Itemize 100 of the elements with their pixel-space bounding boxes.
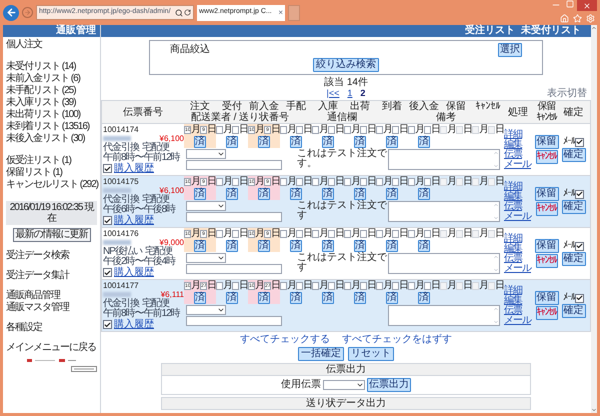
tracking-number-field[interactable] (186, 316, 282, 326)
done-button[interactable]: 済 (290, 136, 302, 148)
refresh-icon[interactable] (184, 9, 191, 16)
done-button[interactable]: 済 (418, 240, 430, 252)
done-button[interactable]: 済 (354, 136, 366, 148)
done-button[interactable]: 済 (322, 292, 334, 304)
action-link[interactable]: メール (504, 212, 531, 222)
tracking-number-field[interactable] (186, 160, 282, 170)
sidebar-item[interactable]: 未出荷リスト (100) (6, 109, 97, 121)
action-link[interactable]: 編集 (504, 192, 522, 202)
confirm-button[interactable]: 確定 (562, 252, 586, 266)
display-toggle-link[interactable]: 表示切替 (546, 88, 591, 99)
sidebar-item[interactable]: 受注データ集計 (6, 270, 97, 282)
date-field[interactable] (216, 126, 223, 134)
select-button[interactable]: 選択 (498, 43, 522, 57)
forward-button[interactable] (22, 7, 33, 18)
done-button[interactable]: 済 (386, 188, 398, 200)
date-field[interactable] (328, 282, 335, 290)
done-button[interactable]: 済 (258, 136, 270, 148)
sidebar-item[interactable]: 未前入金リスト (6) (6, 73, 97, 85)
checkbox[interactable] (575, 294, 584, 302)
date-field[interactable] (360, 178, 367, 186)
date-field[interactable] (232, 126, 239, 134)
done-button[interactable]: 済 (258, 240, 270, 252)
cancel-button[interactable]: ｷｬﾝｾﾙ (536, 150, 558, 164)
action-link[interactable]: メール (504, 264, 531, 274)
date-field[interactable] (344, 230, 351, 238)
done-button[interactable]: 済 (386, 292, 398, 304)
action-link[interactable]: 詳細 (504, 130, 522, 140)
date-field[interactable] (392, 126, 399, 134)
date-field[interactable] (424, 282, 431, 290)
date-field[interactable] (296, 282, 303, 290)
done-button[interactable]: 済 (290, 188, 302, 200)
cancel-button[interactable]: ｷｬﾝｾﾙ (536, 306, 558, 320)
action-link[interactable]: 伝票 (504, 202, 522, 212)
date-field[interactable] (216, 282, 223, 290)
done-button[interactable]: 済 (354, 240, 366, 252)
date-field[interactable] (216, 230, 223, 238)
action-link[interactable]: メール (504, 160, 531, 170)
checkbox[interactable] (575, 190, 584, 198)
search-icon[interactable] (175, 8, 183, 16)
date-field[interactable] (328, 178, 335, 186)
date-field[interactable] (376, 282, 383, 290)
done-button[interactable]: 済 (290, 292, 302, 304)
date-field[interactable] (376, 126, 383, 134)
date-field[interactable] (360, 230, 367, 238)
date-field[interactable] (232, 230, 239, 238)
date-field[interactable] (312, 282, 319, 290)
remarks-textarea[interactable] (388, 253, 500, 274)
sidebar-item[interactable]: 保留リスト (1) (6, 167, 97, 179)
date-field[interactable] (344, 178, 351, 186)
purchase-history-link[interactable]: 購入履歴 (114, 319, 154, 330)
date-field[interactable] (408, 282, 415, 290)
new-tab-button[interactable] (288, 4, 300, 20)
action-link[interactable]: 編集 (504, 296, 522, 306)
date-field[interactable] (312, 178, 319, 186)
uncheck-all-link[interactable]: すべてチェックをはずす (342, 334, 452, 345)
date-field[interactable] (408, 230, 415, 238)
done-button[interactable]: 済 (194, 240, 206, 252)
purchase-history-link[interactable]: 購入履歴 (114, 215, 154, 226)
scrollbar[interactable] (591, 25, 597, 413)
checkbox[interactable] (103, 164, 112, 173)
action-button[interactable]: リセット (348, 347, 394, 361)
hold-button[interactable]: 保留 (534, 239, 558, 253)
remarks-textarea[interactable] (388, 149, 500, 170)
carrier-select[interactable] (186, 201, 226, 211)
sidebar-item[interactable]: 未後入金リスト (30) (6, 133, 97, 145)
back-button[interactable] (3, 4, 19, 20)
page-link[interactable]: 2 (360, 88, 366, 99)
date-field[interactable] (344, 126, 351, 134)
sidebar-item[interactable]: 通販商品管理 (6, 290, 97, 302)
date-field[interactable] (408, 178, 415, 186)
date-field[interactable] (232, 282, 239, 290)
date-field[interactable] (376, 178, 383, 186)
check-all-link[interactable]: すべてチェックする (240, 334, 330, 345)
close-button[interactable] (577, 0, 597, 11)
date-field[interactable] (296, 230, 303, 238)
sidebar-item[interactable]: キャンセルリスト (292) (6, 179, 97, 191)
favorites-star-icon[interactable] (573, 14, 582, 23)
slip-output-button[interactable]: 伝票出力 (367, 378, 411, 392)
action-link[interactable]: 詳細 (504, 182, 522, 192)
date-field[interactable] (232, 178, 239, 186)
confirm-button[interactable]: 確定 (562, 148, 586, 162)
cancel-button[interactable]: ｷｬﾝｾﾙ (536, 202, 558, 216)
done-button[interactable]: 済 (194, 188, 206, 200)
date-field[interactable] (328, 126, 335, 134)
date-field[interactable] (392, 178, 399, 186)
date-field[interactable] (424, 126, 431, 134)
sidebar-item[interactable]: 未手配リスト (25) (6, 85, 97, 97)
sidebar-item[interactable]: 各種設定 (6, 322, 97, 334)
carrier-select[interactable] (186, 305, 226, 315)
done-button[interactable]: 済 (418, 136, 430, 148)
home-icon[interactable] (560, 14, 569, 23)
date-field[interactable] (360, 126, 367, 134)
purchase-history-link[interactable]: 購入履歴 (114, 163, 154, 174)
slip-type-select[interactable] (323, 380, 365, 390)
done-button[interactable]: 済 (194, 136, 206, 148)
tab-close[interactable]: × (278, 8, 283, 16)
done-button[interactable]: 済 (386, 136, 398, 148)
cancel-button[interactable]: ｷｬﾝｾﾙ (536, 254, 558, 268)
